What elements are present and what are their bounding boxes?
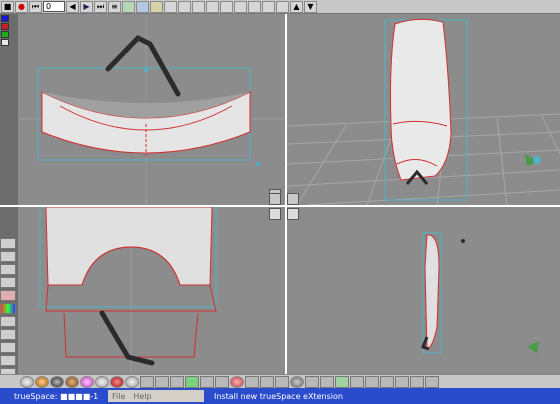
metal-icon[interactable]	[110, 375, 124, 388]
material-icon[interactable]	[0, 303, 16, 314]
status-message: Install new trueSpace eXtension	[214, 391, 343, 401]
light-icon[interactable]	[0, 316, 16, 327]
money-icon[interactable]	[335, 375, 349, 388]
settings-icon[interactable]	[425, 375, 439, 388]
skeleton-icon[interactable]	[164, 0, 177, 13]
dropdown-icon[interactable]	[276, 0, 289, 13]
record-button[interactable]: ●	[15, 0, 28, 13]
lathe-icon[interactable]	[0, 238, 16, 249]
wave-icon[interactable]	[136, 0, 149, 13]
plane-icon[interactable]	[380, 375, 394, 388]
keyframe-list-icon[interactable]: ≡	[108, 0, 121, 13]
snap-icon[interactable]	[248, 0, 261, 13]
bevel-icon[interactable]	[0, 264, 16, 275]
swatch-green[interactable]	[1, 31, 9, 38]
camera-tool-icon[interactable]	[0, 329, 16, 340]
play-button[interactable]: ▶	[80, 0, 93, 13]
view-toggle-icon[interactable]	[269, 193, 281, 205]
pattern2-icon[interactable]	[245, 375, 259, 388]
frame-number-field[interactable]: 0	[43, 1, 65, 12]
stop-button[interactable]: ■	[1, 0, 14, 13]
side-toolbar	[0, 238, 18, 392]
side-view-canvas	[421, 232, 539, 354]
sweep-icon[interactable]	[0, 251, 16, 262]
top-toolbar: ■ ● ⏮ 0 ◀ ▶ ⏭ ≡ ▲ ▼	[0, 0, 560, 14]
viewport-perspective[interactable]	[287, 14, 560, 205]
scroll-down-icon[interactable]: ▼	[304, 0, 317, 13]
viewport-divider-vertical[interactable]	[285, 14, 287, 374]
glass-icon[interactable]	[125, 375, 139, 388]
figure-icon[interactable]	[320, 375, 334, 388]
color-palette	[0, 14, 18, 70]
select-icon[interactable]	[234, 0, 247, 13]
last-frame-button[interactable]: ⏭	[94, 0, 107, 13]
checker-icon[interactable]	[155, 375, 169, 388]
top-view-canvas	[39, 207, 217, 374]
menu-help[interactable]: Help	[133, 392, 151, 401]
wave-texture-icon[interactable]	[185, 375, 199, 388]
layers-icon[interactable]	[215, 375, 229, 388]
brush-icon[interactable]	[170, 375, 184, 388]
front-view-canvas	[18, 14, 285, 205]
grid2-icon[interactable]	[365, 375, 379, 388]
arrow-icon[interactable]	[206, 0, 219, 13]
node-icon[interactable]	[0, 277, 16, 288]
doc-icon[interactable]	[350, 375, 364, 388]
marble-icon[interactable]	[95, 375, 109, 388]
camera-icon[interactable]	[287, 208, 299, 220]
library-toolbar	[0, 374, 560, 388]
navigate-icon[interactable]	[262, 0, 275, 13]
checker2-icon[interactable]	[275, 375, 289, 388]
viewport-side[interactable]	[287, 207, 560, 374]
paint-icon[interactable]	[0, 290, 16, 301]
mesh-icon[interactable]	[0, 355, 16, 366]
swatch-white[interactable]	[1, 39, 9, 46]
first-frame-button[interactable]: ⏮	[29, 0, 42, 13]
menu-file[interactable]: File	[112, 392, 125, 401]
tool-icon[interactable]	[220, 0, 233, 13]
app-title[interactable]: trueSpace: ■■■■-1	[0, 392, 108, 401]
swatch-red[interactable]	[1, 23, 9, 30]
viewport-divider-horizontal[interactable]	[0, 205, 560, 207]
skin-icon[interactable]	[230, 375, 244, 388]
swatch-blue[interactable]	[1, 15, 9, 22]
scroll-up-icon[interactable]: ▲	[290, 0, 303, 13]
viewport-front[interactable]: ↔	[18, 14, 285, 205]
wood-icon[interactable]	[65, 375, 79, 388]
bones-icon[interactable]	[178, 0, 191, 13]
sphere2-icon[interactable]	[290, 375, 304, 388]
menu-bar: File Help	[108, 390, 204, 402]
texture-icon[interactable]	[50, 375, 64, 388]
render-icon[interactable]	[287, 193, 299, 205]
eye-icon[interactable]	[269, 208, 281, 220]
material-sphere-icon[interactable]	[35, 375, 49, 388]
prev-frame-button[interactable]: ◀	[66, 0, 79, 13]
path-icon[interactable]	[122, 0, 135, 13]
light2-icon[interactable]	[395, 375, 409, 388]
stack-icon[interactable]	[200, 375, 214, 388]
cube-icon[interactable]	[260, 375, 274, 388]
viewport-top[interactable]	[18, 207, 285, 374]
render-tool-icon[interactable]	[0, 342, 16, 353]
status-bar: trueSpace: ■■■■-1 File Help Install new …	[0, 388, 560, 404]
face-icon[interactable]	[305, 375, 319, 388]
perspective-view-canvas	[287, 18, 560, 205]
pattern-icon[interactable]	[80, 375, 94, 388]
grid-icon[interactable]	[140, 375, 154, 388]
key-icon[interactable]	[150, 0, 163, 13]
render2-icon[interactable]	[410, 375, 424, 388]
sphere-icon[interactable]	[20, 375, 34, 388]
ik-icon[interactable]	[192, 0, 205, 13]
